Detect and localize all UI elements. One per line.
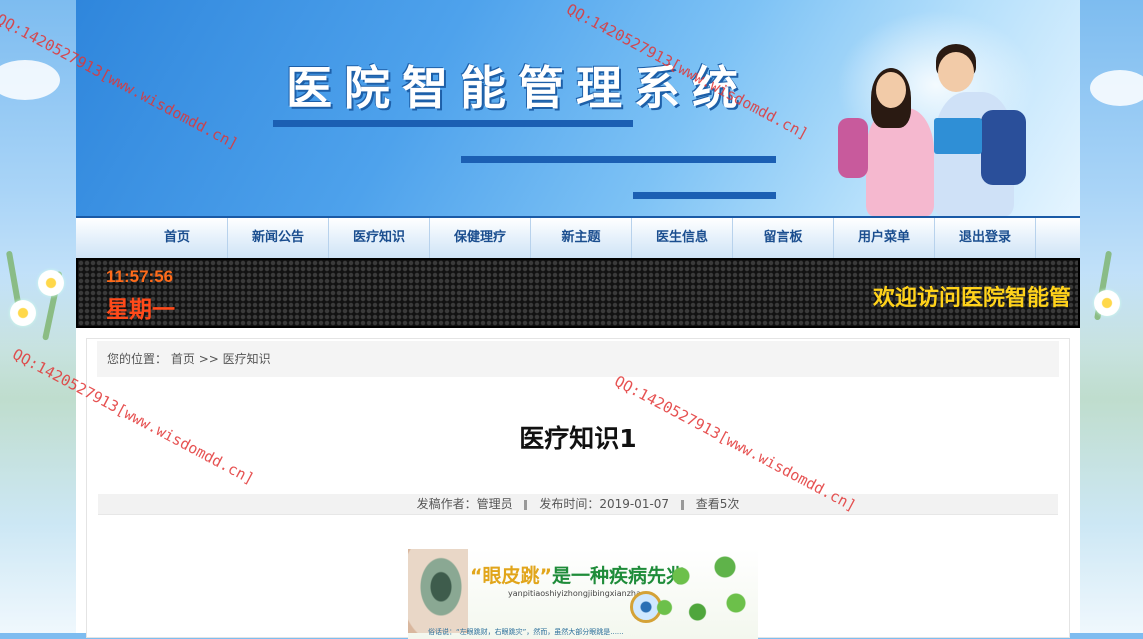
article-date: 发布时间：2019-01-07 [539,497,670,511]
nav-item-doctor-info[interactable]: 医生信息 [632,218,733,258]
nav-item-user-menu[interactable]: 用户菜单 [834,218,935,258]
meta-divider [524,499,528,510]
image-footer-text: 俗话说：“左眼跳财，右眼跳灾”，然而，虽然大部分眼跳是...... [428,628,624,636]
article-panel: 您的位置： 首页 >> 医疗知识 医疗知识1 发稿作者：管理员 发布时间：201… [86,338,1070,639]
flower-icon [1094,290,1120,316]
article-author: 发稿作者：管理员 [416,497,513,511]
breadcrumb: 您的位置： 首页 >> 医疗知识 [97,341,1059,377]
leaves-illustration [648,549,758,639]
banner-stripe [461,156,776,163]
cloud-decoration [1090,70,1143,106]
flower-icon [38,270,64,296]
page-container: 医院智能管理系统 首页 新闻公告 医疗知识 保健理疗 新主题 医生信息 留言板 … [76,0,1080,639]
article-meta: 发稿作者：管理员 发布时间：2019-01-07 查看5次 [98,494,1058,515]
nav-item-medical-knowledge[interactable]: 医疗知识 [329,218,430,258]
eye-illustration [408,549,468,633]
article-image: “眼皮跳”是一种疾病先兆 yanpitiaoshiyizhongjibingxi… [408,549,758,639]
breadcrumb-prefix: 您的位置： [107,352,168,366]
main-navigation: 首页 新闻公告 医疗知识 保健理疗 新主题 医生信息 留言板 用户菜单 退出登录 [76,216,1080,258]
header-banner: 医院智能管理系统 [76,0,1080,216]
nav-item-message-board[interactable]: 留言板 [733,218,834,258]
grass-decoration [1080,273,1143,633]
clock-time: 11:57:56 [106,267,174,286]
nav-item-health-therapy[interactable]: 保健理疗 [430,218,531,258]
welcome-marquee: 欢迎访问医院智能管 [873,286,1072,311]
nav-item-new-topic[interactable]: 新主题 [531,218,632,258]
banner-stripe [633,192,776,199]
led-ticker: 11:57:56 星期一 欢迎访问医院智能管 [76,258,1080,328]
breadcrumb-home-link[interactable]: 首页 [171,352,195,366]
article-views: 查看5次 [695,497,740,511]
breadcrumb-current-link[interactable]: 医疗知识 [223,352,271,366]
cloud-decoration [0,60,60,100]
nav-item-news[interactable]: 新闻公告 [228,218,329,258]
site-title: 医院智能管理系统 [286,61,750,115]
meta-divider [680,499,684,510]
breadcrumb-separator: >> [198,352,219,366]
right-background-decoration [1080,0,1143,633]
left-background-decoration [0,0,76,633]
nav-item-logout[interactable]: 退出登录 [935,218,1036,258]
image-pinyin: yanpitiaoshiyizhongjibingxianzhao [508,589,646,598]
nav-item-home[interactable]: 首页 [127,218,228,258]
clock-weekday: 星期一 [106,296,175,322]
banner-stripe [273,120,633,127]
article-title: 医疗知识1 [519,424,637,453]
grass-decoration [0,273,76,633]
flower-icon [10,300,36,326]
